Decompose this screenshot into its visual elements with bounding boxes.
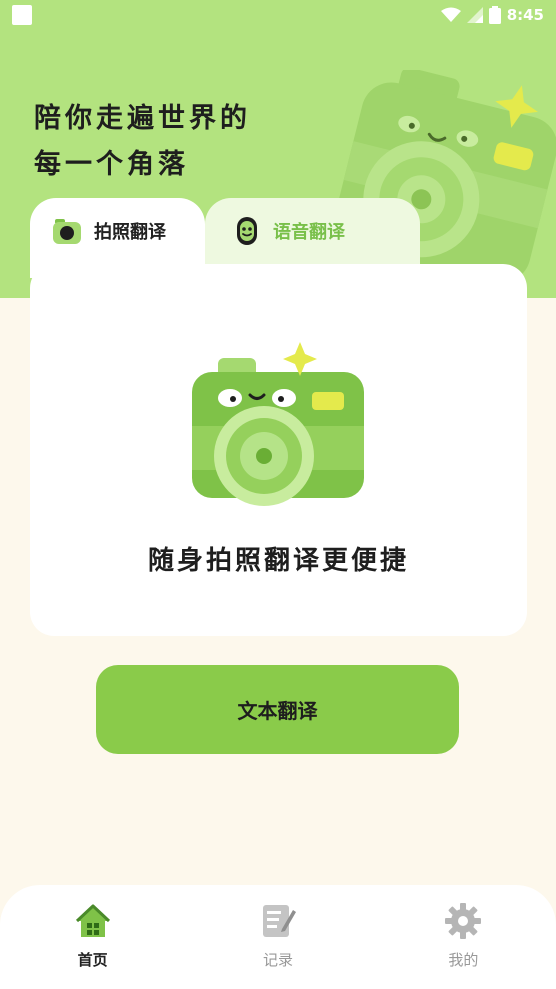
text-translate-button[interactable]: 文本翻译 — [96, 665, 459, 754]
nav-item-records[interactable]: 记录 — [185, 885, 370, 989]
battery-icon — [488, 6, 501, 24]
signal-icon — [466, 7, 483, 23]
status-time: 8:45 — [506, 6, 544, 24]
notes-icon — [262, 905, 296, 937]
slogan: 陪你走遍世界的 每一个角落 — [34, 96, 251, 188]
tab-voice-label: 语音翻译 — [273, 222, 345, 243]
camera-icon — [53, 219, 81, 244]
notification-icon — [12, 5, 32, 25]
voice-icon — [237, 217, 257, 245]
nav-item-home[interactable]: 首页 — [0, 885, 185, 989]
nav-label-records: 记录 — [262, 951, 293, 969]
nav-label-mine: 我的 — [448, 951, 479, 969]
tab-voice-translate[interactable]: 语音翻译 — [233, 198, 345, 264]
home-icon — [75, 904, 110, 937]
tab-photo-translate[interactable]: 拍照翻译 — [52, 198, 166, 264]
translate-card: 拍照翻译 语音翻译 随身拍照翻译更便捷 — [30, 198, 527, 636]
slogan-line-2: 每一个角落 — [34, 149, 189, 180]
card-caption: 随身拍照翻译更便捷 — [147, 546, 409, 576]
status-icons: 8:45 — [440, 6, 544, 24]
gear-icon — [445, 903, 482, 939]
nav-label-home: 首页 — [77, 951, 108, 969]
status-bar: 8:45 — [0, 0, 556, 30]
bottom-nav: 首页 记录 我的 — [0, 885, 556, 989]
nav-item-mine[interactable]: 我的 — [371, 885, 556, 989]
wifi-icon — [440, 7, 461, 22]
tab-photo-label: 拍照翻译 — [94, 222, 166, 243]
slogan-line-1: 陪你走遍世界的 — [34, 103, 251, 134]
camera-illustration[interactable] — [192, 338, 366, 508]
